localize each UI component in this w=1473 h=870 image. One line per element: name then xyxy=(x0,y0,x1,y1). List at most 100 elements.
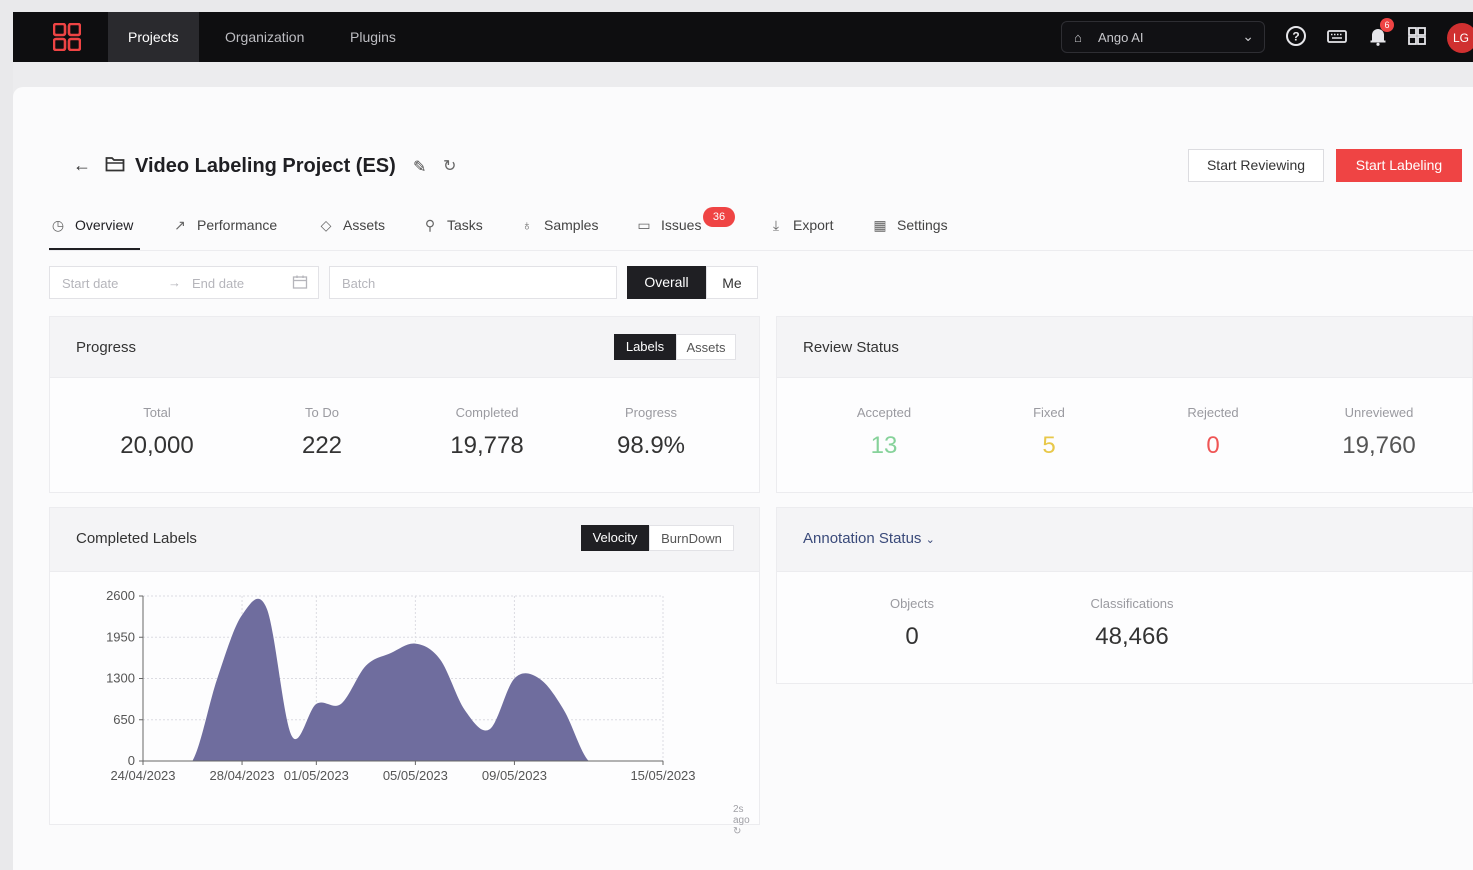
tab-performance[interactable]: ↗ Performance xyxy=(171,217,277,234)
x-tick-label: 24/04/2023 xyxy=(110,768,175,783)
stat-label: Progress xyxy=(624,405,678,420)
last-updated-text: 2s ago ↻ xyxy=(733,804,759,837)
card-title: Review Status xyxy=(803,339,899,356)
tab-settings[interactable]: ▦ Settings xyxy=(871,217,948,234)
tab-label: Overview xyxy=(75,217,134,233)
help-icon[interactable]: ? xyxy=(1284,25,1308,49)
edit-pencil-icon[interactable]: ✎ xyxy=(413,157,426,177)
user-avatar[interactable]: LG xyxy=(1447,23,1473,53)
stat-value: 19,778 xyxy=(450,432,524,459)
annotation-status-dropdown[interactable]: Annotation Status ⌄ xyxy=(803,530,935,547)
y-tick-label: 1300 xyxy=(106,671,135,686)
stat-label: Total xyxy=(143,405,171,420)
x-tick-label: 05/05/2023 xyxy=(383,768,448,783)
tab-issues[interactable]: ▭ Issues xyxy=(635,217,701,234)
tab-label: Tasks xyxy=(447,217,483,233)
download-icon: ⤓ xyxy=(772,217,780,233)
stat-value: 98.9% xyxy=(616,432,686,459)
apps-grid-icon[interactable] xyxy=(1405,25,1429,49)
organization-name: Ango AI xyxy=(1098,30,1144,45)
notification-badge: 6 xyxy=(1380,18,1394,32)
completed-labels-card: Completed Labels Velocity BurnDown 0 650 1… xyxy=(49,507,760,837)
tab-label: Settings xyxy=(897,217,948,233)
tab-label: Export xyxy=(793,217,834,233)
classifications-value: 48,466 xyxy=(1095,623,1169,650)
arrow-right-icon: → xyxy=(168,275,181,290)
x-tick-label: 01/05/2023 xyxy=(284,768,349,783)
velocity-area-chart: 0 650 1300 1950 2600 24/04/2023 28/04/2023 01/0… xyxy=(106,588,695,783)
me-toggle-button[interactable]: Me xyxy=(706,266,758,299)
trend-icon: ↗ xyxy=(174,217,186,233)
stat-label: Rejected xyxy=(1187,405,1239,420)
last-updated-label: 2s ago xyxy=(733,804,750,826)
clock-icon: ◷ xyxy=(51,217,65,233)
organization-select[interactable]: ⌂ Ango AI ⌄ xyxy=(1061,21,1265,53)
batch-input[interactable] xyxy=(330,267,604,300)
tab-label: Samples xyxy=(544,217,599,233)
stat-label: Unreviewed xyxy=(1344,405,1414,420)
stat-value: 222 xyxy=(301,432,343,459)
start-reviewing-button[interactable]: Start Reviewing xyxy=(1188,149,1324,182)
annotation-status-card: Annotation Status ⌄ Objects 0 Classifica… xyxy=(776,507,1473,684)
nav-organization[interactable]: Organization xyxy=(205,12,324,62)
tab-assets[interactable]: ◇ Assets xyxy=(317,217,385,234)
app-window: Projects Organization Plugins ⌂ Ango AI … xyxy=(13,12,1473,870)
progress-card-header: Progress Labels Assets xyxy=(50,317,759,378)
refresh-small-icon[interactable]: ↻ xyxy=(733,826,741,837)
top-nav-bar: Projects Organization Plugins ⌂ Ango AI … xyxy=(13,12,1473,62)
bulb-icon: ♁ xyxy=(521,217,533,233)
issues-count-badge: 36 xyxy=(703,207,735,227)
stat-value: 20,000 xyxy=(120,432,194,459)
tab-tasks[interactable]: ⚲ Tasks xyxy=(421,217,483,234)
objects-value: 0 xyxy=(905,623,919,650)
chevron-down-icon: ⌄ xyxy=(925,534,935,546)
series-area xyxy=(143,598,663,761)
stat-label: Completed xyxy=(455,405,519,420)
labels-toggle-button[interactable]: Labels xyxy=(614,334,676,360)
stat-label: Classifications xyxy=(1090,596,1174,611)
overall-toggle-button[interactable]: Overall xyxy=(627,266,706,299)
batch-select[interactable] xyxy=(329,266,617,300)
nav-projects[interactable]: Projects xyxy=(108,12,199,62)
nav-plugins[interactable]: Plugins xyxy=(330,12,416,62)
review-card-header: Review Status xyxy=(777,317,1472,378)
comment-icon: ▭ xyxy=(637,217,651,233)
app-logo-icon[interactable] xyxy=(53,23,81,51)
y-tick-label: 0 xyxy=(128,753,135,768)
keyboard-icon[interactable] xyxy=(1325,25,1349,49)
tab-label: Assets xyxy=(343,217,386,233)
back-arrow-icon[interactable]: ← xyxy=(73,155,91,176)
folder-icon xyxy=(105,155,125,178)
card-title: Progress xyxy=(76,339,137,356)
tabs-divider xyxy=(49,250,1473,251)
end-date-input[interactable]: End date xyxy=(192,276,244,291)
active-tab-indicator xyxy=(49,248,140,250)
y-tick-label: 1950 xyxy=(106,629,135,644)
assets-toggle-button[interactable]: Assets xyxy=(676,334,736,360)
calendar-icon[interactable] xyxy=(292,274,308,293)
y-tick-label: 2600 xyxy=(106,588,135,603)
refresh-icon[interactable]: ↻ xyxy=(443,156,456,176)
search-icon: ⚲ xyxy=(424,217,436,233)
bank-icon: ⌂ xyxy=(1074,30,1082,45)
fixed-value: 5 xyxy=(1042,432,1056,459)
stat-label: To Do xyxy=(305,405,339,420)
card-title: Annotation Status xyxy=(803,530,922,547)
x-tick-label: 28/04/2023 xyxy=(210,768,275,783)
chevron-down-icon: ⌄ xyxy=(1242,28,1254,44)
settings-icon: ▦ xyxy=(873,217,887,233)
main-panel: ← Video Labeling Project (ES) ✎ ↻ Start … xyxy=(13,87,1473,870)
stat-label: Fixed xyxy=(1033,405,1065,420)
date-range-picker[interactable]: Start date → End date xyxy=(49,266,319,299)
x-tick-label: 15/05/2023 xyxy=(630,768,695,783)
tab-label: Issues xyxy=(661,217,702,233)
tab-export[interactable]: ⤓ Export xyxy=(767,217,834,234)
start-labeling-button[interactable]: Start Labeling xyxy=(1336,149,1462,182)
tab-samples[interactable]: ♁ Samples xyxy=(518,217,599,233)
tab-label: Performance xyxy=(197,217,278,233)
rejected-value: 0 xyxy=(1206,432,1220,459)
progress-card: Progress Labels Assets Total 20,000 To D… xyxy=(49,316,760,493)
stat-label: Objects xyxy=(889,596,935,611)
tab-overview[interactable]: ◷ Overview xyxy=(49,217,133,234)
start-date-input[interactable]: Start date xyxy=(62,276,118,291)
